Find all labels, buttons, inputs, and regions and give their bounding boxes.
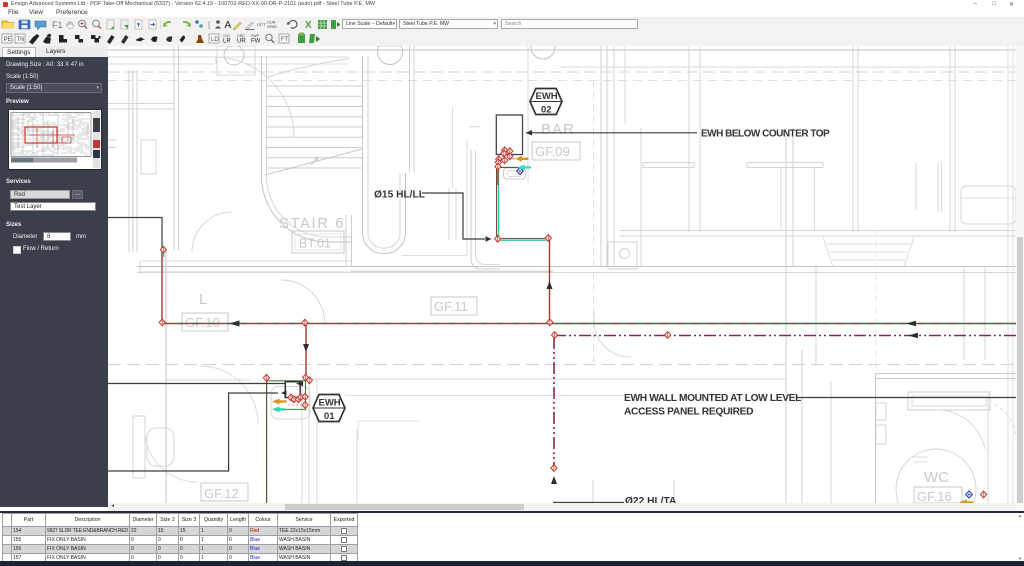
svg-text:X: X	[305, 20, 312, 31]
svg-text:PPT: PPT	[257, 23, 266, 28]
svg-text:F1: F1	[52, 20, 63, 30]
svg-text:SWP: SWP	[251, 34, 260, 38]
svg-text:CUT: CUT	[223, 34, 231, 38]
svg-text:EWH: EWH	[319, 398, 341, 409]
svg-text:GF.16: GF.16	[917, 489, 952, 503]
svg-text:GRID: GRID	[267, 24, 277, 29]
svg-text:GF.10: GF.10	[185, 315, 220, 330]
svg-text:GF.12: GF.12	[204, 486, 239, 501]
svg-text:STAIR 6: STAIR 6	[279, 215, 345, 232]
svg-text:LR: LR	[223, 39, 231, 45]
svg-text:GF.11: GF.11	[434, 299, 468, 314]
svg-text:BT.01: BT.01	[299, 237, 331, 251]
svg-text:ACCESS PANEL REQUIRED: ACCESS PANEL REQUIRED	[624, 407, 753, 418]
svg-text:02: 02	[541, 105, 552, 116]
svg-text:UR: UR	[237, 39, 246, 45]
svg-text:Ø15 HL/LL: Ø15 HL/LL	[374, 190, 425, 201]
svg-text:PE: PE	[4, 37, 12, 43]
svg-text:ORD: ORD	[237, 34, 245, 38]
svg-text:Ø22 HL/TA: Ø22 HL/TA	[625, 496, 677, 503]
svg-text:LD: LD	[211, 37, 219, 43]
svg-text:WC: WC	[924, 469, 949, 486]
svg-text:EWH: EWH	[536, 91, 558, 102]
svg-text:01: 01	[324, 411, 335, 422]
svg-text:L: L	[199, 291, 207, 308]
svg-text:EWH WALL MOUNTED AT LOW LEVEL: EWH WALL MOUNTED AT LOW LEVEL	[624, 393, 801, 404]
svg-text:[: [	[208, 20, 211, 30]
svg-text:TN: TN	[17, 37, 25, 43]
svg-text:BAR: BAR	[541, 121, 575, 138]
svg-text:FT: FT	[281, 37, 289, 43]
svg-text:GF.09: GF.09	[535, 144, 570, 159]
svg-text:A: A	[225, 20, 232, 31]
svg-text:FW: FW	[251, 39, 261, 45]
svg-text:EWH BELOW COUNTER TOP: EWH BELOW COUNTER TOP	[701, 129, 830, 140]
